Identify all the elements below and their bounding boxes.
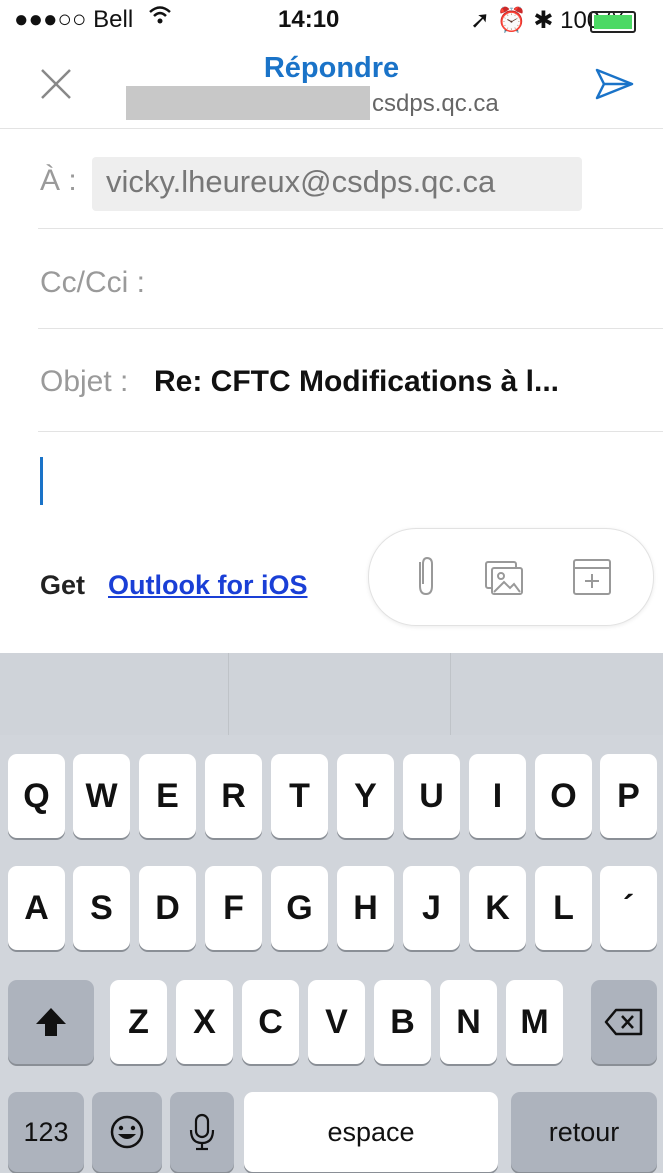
key-g[interactable]: G (271, 866, 328, 950)
to-label: À : (40, 164, 77, 197)
key-z[interactable]: Z (110, 980, 167, 1064)
account-selector[interactable]: csdps.qc.ca (126, 86, 536, 120)
photo-icon (485, 561, 523, 595)
carrier-label: ●●●○○ Bell (14, 6, 134, 33)
return-key[interactable]: retour (511, 1092, 657, 1172)
battery-icon (590, 11, 636, 33)
key-y[interactable]: Y (337, 754, 394, 838)
key-s[interactable]: S (73, 866, 130, 950)
key-m[interactable]: M (506, 980, 563, 1064)
wifi-icon (148, 4, 172, 33)
numbers-key[interactable]: 123 (8, 1092, 84, 1172)
attachment-icon (419, 556, 433, 596)
microphone-icon (189, 1113, 215, 1151)
key-k[interactable]: K (469, 866, 526, 950)
microphone-key[interactable] (170, 1092, 234, 1172)
cc-label[interactable]: Cc/Cci : (40, 266, 145, 300)
key-l[interactable]: L (535, 866, 592, 950)
signature-text: Get (40, 570, 86, 600)
key-o[interactable]: O (535, 754, 592, 838)
account-domain: csdps.qc.ca (372, 90, 499, 117)
key-j[interactable]: J (403, 866, 460, 950)
key-v[interactable]: V (308, 980, 365, 1064)
key-i[interactable]: I (469, 754, 526, 838)
clock: 14:10 (278, 6, 340, 33)
page-title: Répondre (263, 52, 400, 84)
send-button[interactable] (594, 66, 636, 102)
calendar-button[interactable] (570, 554, 611, 598)
key-r[interactable]: R (205, 754, 262, 838)
key-c[interactable]: C (242, 980, 299, 1064)
key-x[interactable]: X (176, 980, 233, 1064)
shift-key[interactable] (8, 980, 94, 1064)
space-key[interactable]: espace (244, 1092, 498, 1172)
divider (0, 128, 663, 129)
shift-icon (36, 1008, 66, 1036)
signature-link[interactable]: Outlook for iOS (108, 570, 308, 601)
key-h[interactable]: H (337, 866, 394, 950)
key-acute[interactable]: ´ (600, 866, 657, 950)
key-t[interactable]: T (271, 754, 328, 838)
key-e[interactable]: E (139, 754, 196, 838)
predictive-bar (0, 653, 663, 735)
key-w[interactable]: W (73, 754, 130, 838)
key-n[interactable]: N (440, 980, 497, 1064)
key-a[interactable]: A (8, 866, 65, 950)
emoji-key[interactable] (92, 1092, 162, 1172)
key-f[interactable]: F (205, 866, 262, 950)
divider (38, 228, 663, 229)
photo-button[interactable] (482, 554, 523, 598)
calendar-icon (573, 559, 611, 595)
key-b[interactable]: B (374, 980, 431, 1064)
subject-label: Objet : (40, 365, 129, 398)
attach-button[interactable] (406, 554, 446, 598)
key-d[interactable]: D (139, 866, 196, 950)
to-field: vicky.lheureux@csdps.qc.ca (106, 164, 496, 199)
key-q[interactable]: Q (8, 754, 65, 838)
redacted-account (126, 86, 370, 120)
subject-field[interactable]: Re: CFTC Modifications à l... (154, 365, 559, 399)
backspace-key[interactable] (591, 980, 657, 1064)
status-bar: ●●●○○ Bell 14:10 ➚ ⏰ ✱ 100 % (0, 0, 663, 40)
send-icon (595, 68, 634, 100)
key-u[interactable]: U (403, 754, 460, 838)
divider (38, 328, 663, 329)
emoji-icon (110, 1115, 144, 1149)
backspace-icon (604, 1008, 643, 1036)
divider (38, 431, 663, 432)
key-p[interactable]: P (600, 754, 657, 838)
